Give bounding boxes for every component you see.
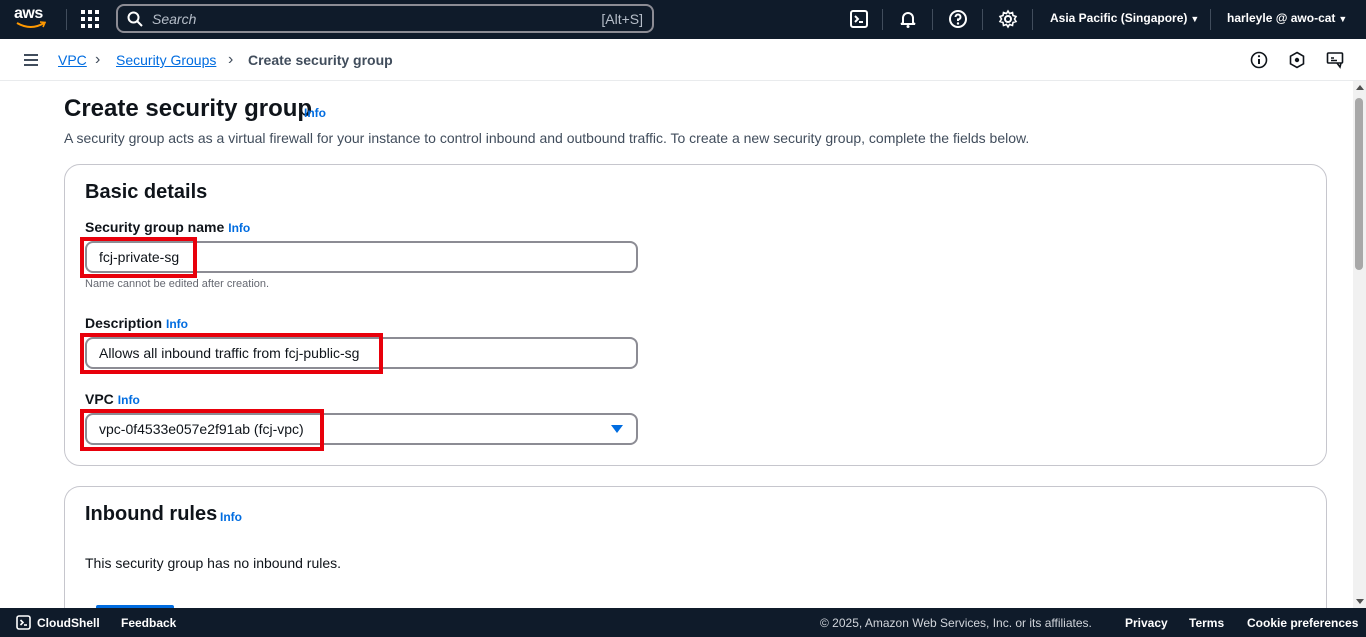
aws-smile-icon bbox=[16, 21, 46, 28]
info-link[interactable]: Info bbox=[166, 317, 188, 331]
nav-divider bbox=[1032, 9, 1033, 30]
feedback-panel-icon[interactable] bbox=[1326, 51, 1344, 69]
help-icon[interactable] bbox=[948, 9, 968, 29]
top-navigation: aws Search [Alt+S] Asia Pacific (Singapo… bbox=[0, 0, 1366, 39]
breadcrumb-security-groups[interactable]: Security Groups bbox=[116, 52, 216, 68]
app-grid-icon[interactable] bbox=[81, 10, 99, 28]
region-label: Asia Pacific (Singapore) bbox=[1050, 11, 1188, 25]
inbound-rules-info-link[interactable]: Info bbox=[220, 510, 242, 524]
page-info-link[interactable]: Info bbox=[304, 106, 326, 120]
account-label: harleyle @ awo-cat bbox=[1227, 11, 1336, 25]
page-description: A security group acts as a virtual firew… bbox=[64, 130, 1030, 146]
nav-divider bbox=[882, 9, 883, 30]
scroll-thumb[interactable] bbox=[1355, 98, 1363, 270]
label-text: Security group name bbox=[85, 219, 225, 235]
privacy-link[interactable]: Privacy bbox=[1125, 616, 1168, 630]
security-group-name-label: Security group name Info bbox=[85, 219, 250, 235]
hexagon-settings-icon[interactable] bbox=[1288, 51, 1306, 69]
page-title: Create security group bbox=[64, 95, 313, 122]
nav-divider bbox=[932, 9, 933, 30]
basic-details-title: Basic details bbox=[85, 181, 208, 203]
cloudshell-icon[interactable] bbox=[16, 615, 31, 630]
account-menu[interactable]: harleyle @ awo-cat ▼ bbox=[1227, 11, 1347, 25]
search-shortcut: [Alt+S] bbox=[601, 10, 643, 27]
caret-down-icon: ▼ bbox=[1338, 14, 1348, 24]
name-hint: Name cannot be edited after creation. bbox=[85, 278, 270, 290]
description-label: Description Info bbox=[85, 315, 188, 331]
label-text: Description bbox=[85, 315, 163, 331]
page-scrollbar[interactable] bbox=[1353, 81, 1366, 608]
region-selector[interactable]: Asia Pacific (Singapore) ▼ bbox=[1050, 11, 1199, 25]
nav-divider bbox=[1210, 9, 1211, 30]
chevron-right-icon: › bbox=[228, 51, 234, 68]
info-link[interactable]: Info bbox=[228, 221, 250, 235]
nav-divider bbox=[982, 9, 983, 30]
nav-divider bbox=[66, 9, 67, 30]
highlight-box bbox=[80, 237, 197, 278]
copyright-text: © 2025, Amazon Web Services, Inc. or its… bbox=[820, 616, 1092, 630]
search-placeholder: Search bbox=[152, 10, 197, 27]
scroll-down-icon[interactable] bbox=[1356, 599, 1364, 604]
no-rules-text: This security group has no inbound rules… bbox=[85, 555, 342, 571]
info-panel-icon[interactable] bbox=[1250, 51, 1268, 69]
gear-icon[interactable] bbox=[998, 9, 1018, 29]
caret-down-icon: ▼ bbox=[1190, 14, 1200, 24]
breadcrumb-vpc[interactable]: VPC bbox=[58, 52, 87, 68]
search-icon bbox=[127, 11, 143, 27]
breadcrumb-current: Create security group bbox=[248, 52, 393, 68]
search-input[interactable]: Search [Alt+S] bbox=[116, 4, 654, 33]
breadcrumb-bar: VPC › Security Groups › Create security … bbox=[0, 39, 1366, 81]
aws-logo[interactable]: aws bbox=[14, 6, 50, 32]
feedback-link[interactable]: Feedback bbox=[121, 616, 176, 630]
cloudshell-icon[interactable] bbox=[849, 9, 869, 29]
footer: CloudShell Feedback © 2025, Amazon Web S… bbox=[0, 608, 1366, 637]
cloudshell-link[interactable]: CloudShell bbox=[37, 616, 100, 630]
bell-icon[interactable] bbox=[898, 9, 918, 29]
label-text: VPC bbox=[85, 391, 114, 407]
highlight-box bbox=[80, 333, 383, 374]
aws-logo-text: aws bbox=[14, 5, 43, 22]
menu-icon[interactable] bbox=[24, 54, 38, 66]
chevron-right-icon: › bbox=[95, 51, 101, 68]
caret-down-icon bbox=[611, 425, 623, 433]
vpc-label: VPC Info bbox=[85, 391, 140, 407]
cookie-preferences-link[interactable]: Cookie preferences bbox=[1247, 616, 1358, 630]
inbound-rules-title: Inbound rules bbox=[85, 503, 218, 525]
terms-link[interactable]: Terms bbox=[1189, 616, 1224, 630]
highlight-box bbox=[80, 409, 324, 451]
info-link[interactable]: Info bbox=[118, 393, 140, 407]
scroll-up-icon[interactable] bbox=[1356, 85, 1364, 90]
